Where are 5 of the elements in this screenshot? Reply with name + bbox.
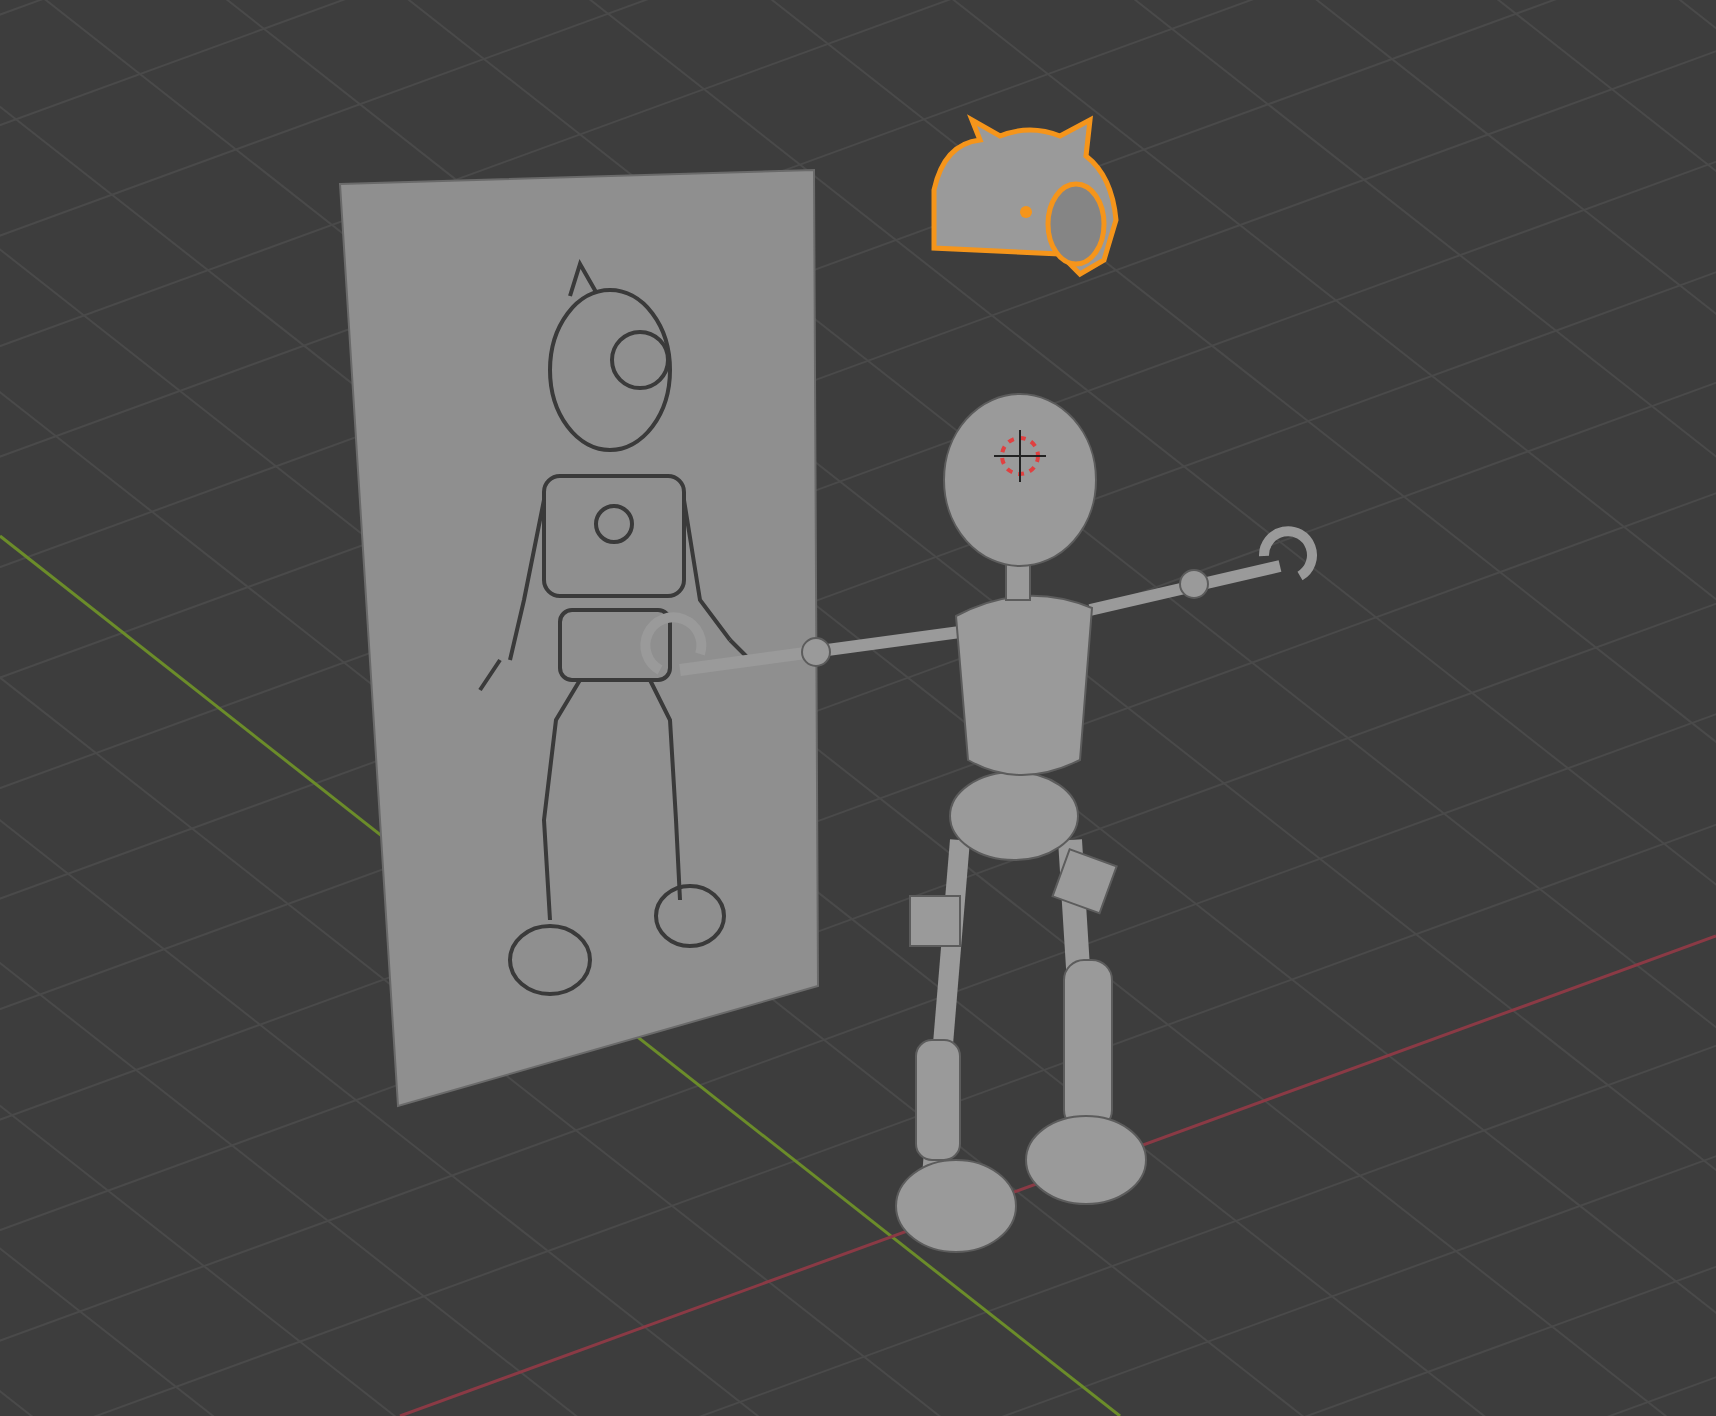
robot-model-drawing[interactable] [640,393,1317,1253]
3d-cursor-icon [993,429,1047,483]
reference-image-plane[interactable] [338,168,819,1108]
viewport[interactable] [0,0,1716,1416]
helmet-model-drawing[interactable] [931,117,1119,277]
